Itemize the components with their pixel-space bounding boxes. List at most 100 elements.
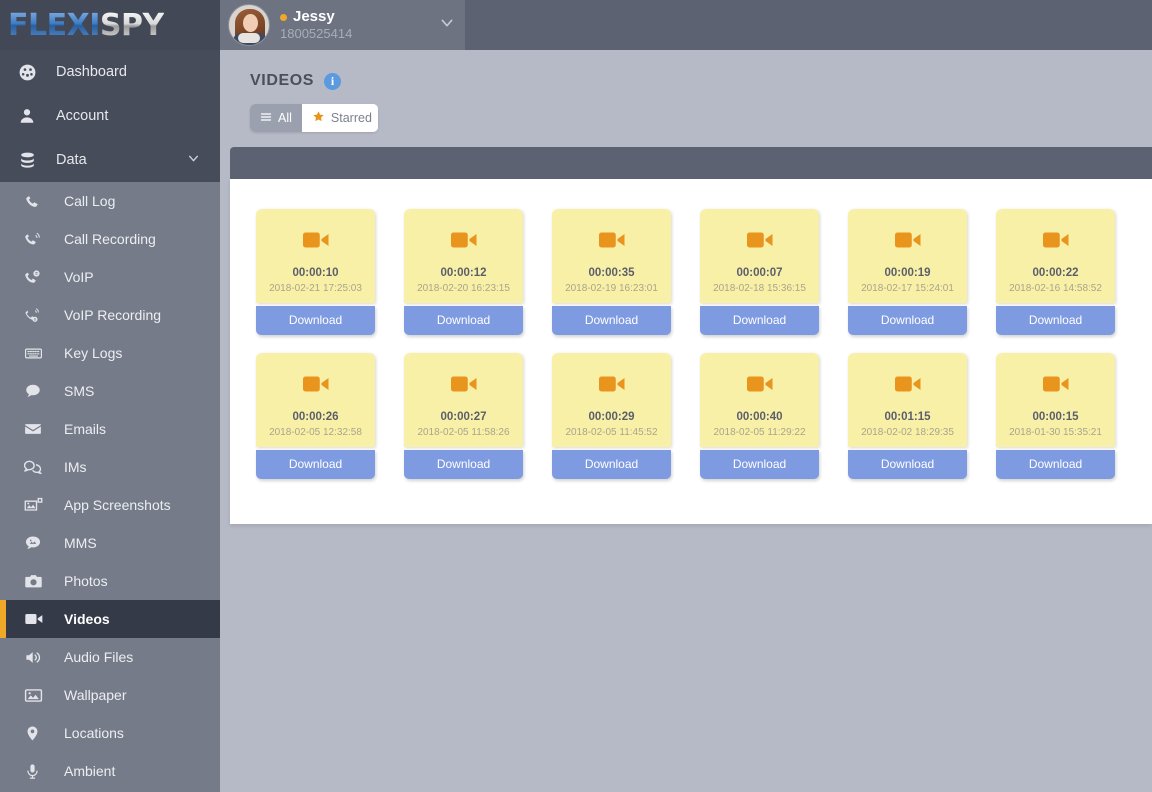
video-card-body[interactable]: 00:00:27 2018-02-05 11:58:26: [404, 353, 523, 447]
download-button[interactable]: Download: [552, 450, 671, 479]
video-card-body[interactable]: 00:00:19 2018-02-17 15:24:01: [848, 209, 967, 303]
chevron-down-icon[interactable]: [439, 15, 455, 36]
top-bar: Jessy 1800525414: [220, 0, 1152, 50]
video-card-body[interactable]: 00:00:07 2018-02-18 15:36:15: [700, 209, 819, 303]
video-card[interactable]: 00:01:15 2018-02-02 18:29:35 Download: [848, 353, 967, 479]
sidebar-item-label: Dashboard: [56, 64, 127, 80]
video-camera-icon: [1000, 225, 1111, 255]
sidebar-item-label: Locations: [64, 725, 124, 741]
video-card-body[interactable]: 00:00:22 2018-02-16 14:58:52: [996, 209, 1115, 303]
profile-menu[interactable]: Jessy 1800525414: [220, 0, 465, 50]
video-card-body[interactable]: 00:00:40 2018-02-05 11:29:22: [700, 353, 819, 447]
download-button[interactable]: Download: [256, 306, 375, 335]
sidebar-item-ambient[interactable]: Ambient: [0, 752, 220, 790]
download-button[interactable]: Download: [404, 306, 523, 335]
avatar: [228, 4, 270, 46]
download-button[interactable]: Download: [552, 306, 671, 335]
video-card[interactable]: 00:00:22 2018-02-16 14:58:52 Download: [996, 209, 1115, 335]
video-duration: 00:00:40: [736, 411, 783, 423]
video-duration: 00:00:22: [1032, 267, 1079, 279]
keyboard-icon: [24, 344, 52, 363]
sidebar-item-wallpaper[interactable]: Wallpaper: [0, 676, 220, 714]
sidebar-item-mms[interactable]: MMS: [0, 524, 220, 562]
sidebar-item-label: Wallpaper: [64, 687, 127, 703]
sidebar-item-call-recording[interactable]: Call Recording: [0, 220, 220, 258]
filter-toggle-group: All Starred: [250, 104, 378, 132]
download-button[interactable]: Download: [404, 450, 523, 479]
video-card-body[interactable]: 00:00:15 2018-01-30 15:35:21: [996, 353, 1115, 447]
filter-starred-button[interactable]: Starred: [301, 104, 378, 132]
video-card[interactable]: 00:00:10 2018-02-21 17:25:03 Download: [256, 209, 375, 335]
video-card-body[interactable]: 00:00:12 2018-02-20 16:23:15: [404, 209, 523, 303]
filter-all-label: All: [278, 111, 292, 125]
video-duration: 00:00:29: [588, 411, 635, 423]
video-card[interactable]: 00:00:40 2018-02-05 11:29:22 Download: [700, 353, 819, 479]
download-button[interactable]: Download: [848, 450, 967, 479]
sidebar-item-ims[interactable]: IMs: [0, 448, 220, 486]
sidebar-item-account[interactable]: Account: [0, 94, 220, 138]
sidebar-item-videos[interactable]: Videos: [0, 600, 220, 638]
sidebar-item-label: Data: [56, 152, 87, 168]
download-button[interactable]: Download: [700, 450, 819, 479]
download-button[interactable]: Download: [996, 306, 1115, 335]
download-button[interactable]: Download: [996, 450, 1115, 479]
video-card-body[interactable]: 00:00:10 2018-02-21 17:25:03: [256, 209, 375, 303]
sidebar-item-audio-files[interactable]: Audio Files: [0, 638, 220, 676]
sidebar-item-emails[interactable]: Emails: [0, 410, 220, 448]
mms-icon: [24, 534, 52, 552]
video-card[interactable]: 00:00:35 2018-02-19 16:23:01 Download: [552, 209, 671, 335]
video-camera-icon: [260, 369, 371, 399]
video-card[interactable]: 00:00:27 2018-02-05 11:58:26 Download: [404, 353, 523, 479]
sidebar-item-dashboard[interactable]: Dashboard: [0, 50, 220, 94]
video-datetime: 2018-02-05 12:32:58: [269, 427, 362, 438]
video-camera-icon: [408, 225, 519, 255]
video-datetime: 2018-02-16 14:58:52: [1009, 283, 1102, 294]
chevron-down-icon[interactable]: [187, 152, 200, 169]
video-datetime: 2018-01-30 15:35:21: [1009, 427, 1102, 438]
video-card-body[interactable]: 00:01:15 2018-02-02 18:29:35: [848, 353, 967, 447]
download-button[interactable]: Download: [700, 306, 819, 335]
sidebar-item-label: SMS: [64, 383, 95, 399]
video-camera-icon: [704, 369, 815, 399]
download-button[interactable]: Download: [848, 306, 967, 335]
sidebar-item-app-screenshots[interactable]: App Screenshots: [0, 486, 220, 524]
video-card[interactable]: 00:00:26 2018-02-05 12:32:58 Download: [256, 353, 375, 479]
video-card[interactable]: 00:00:15 2018-01-30 15:35:21 Download: [996, 353, 1115, 479]
sidebar-item-key-logs[interactable]: Key Logs: [0, 334, 220, 372]
sidebar-item-sms[interactable]: SMS: [0, 372, 220, 410]
list-icon: [260, 111, 272, 126]
brand-logo[interactable]: FLEXISPY: [0, 0, 220, 50]
sidebar-item-locations[interactable]: Locations: [0, 714, 220, 752]
sidebar-item-voip-recording[interactable]: VoIP Recording: [0, 296, 220, 334]
sidebar-item-label: Account: [56, 108, 109, 124]
video-camera-icon: [1000, 369, 1111, 399]
sidebar-item-photos[interactable]: Photos: [0, 562, 220, 600]
video-card[interactable]: 00:00:19 2018-02-17 15:24:01 Download: [848, 209, 967, 335]
download-button[interactable]: Download: [256, 450, 375, 479]
video-card-body[interactable]: 00:00:35 2018-02-19 16:23:01: [552, 209, 671, 303]
content-toolbar: [230, 147, 1152, 179]
video-duration: 00:00:12: [440, 267, 487, 279]
video-card-body[interactable]: 00:00:26 2018-02-05 12:32:58: [256, 353, 375, 447]
video-card[interactable]: 00:00:12 2018-02-20 16:23:15 Download: [404, 209, 523, 335]
filter-all-button[interactable]: All: [250, 104, 302, 132]
video-duration: 00:00:07: [736, 267, 783, 279]
logo-spy: SPY: [99, 7, 164, 43]
video-duration: 00:00:26: [292, 411, 339, 423]
info-icon[interactable]: i: [324, 72, 342, 90]
video-duration: 00:01:15: [884, 411, 931, 423]
voip-recording-icon: [24, 307, 52, 324]
sidebar-item-data[interactable]: Data: [0, 138, 220, 182]
chat-bubbles-icon: [24, 458, 52, 476]
sidebar-item-call-log[interactable]: Call Log: [0, 182, 220, 220]
profile-phone: 1800525414: [280, 25, 353, 41]
video-card-body[interactable]: 00:00:29 2018-02-05 11:45:52: [552, 353, 671, 447]
sidebar-item-label: Call Log: [64, 193, 116, 209]
video-datetime: 2018-02-21 17:25:03: [269, 283, 362, 294]
video-card[interactable]: 00:00:29 2018-02-05 11:45:52 Download: [552, 353, 671, 479]
video-card[interactable]: 00:00:07 2018-02-18 15:36:15 Download: [700, 209, 819, 335]
sidebar-item-label: Key Logs: [64, 345, 123, 361]
sidebar-item-label: VoIP: [64, 269, 94, 285]
video-datetime: 2018-02-02 18:29:35: [861, 427, 954, 438]
sidebar-item-voip[interactable]: VoIP: [0, 258, 220, 296]
